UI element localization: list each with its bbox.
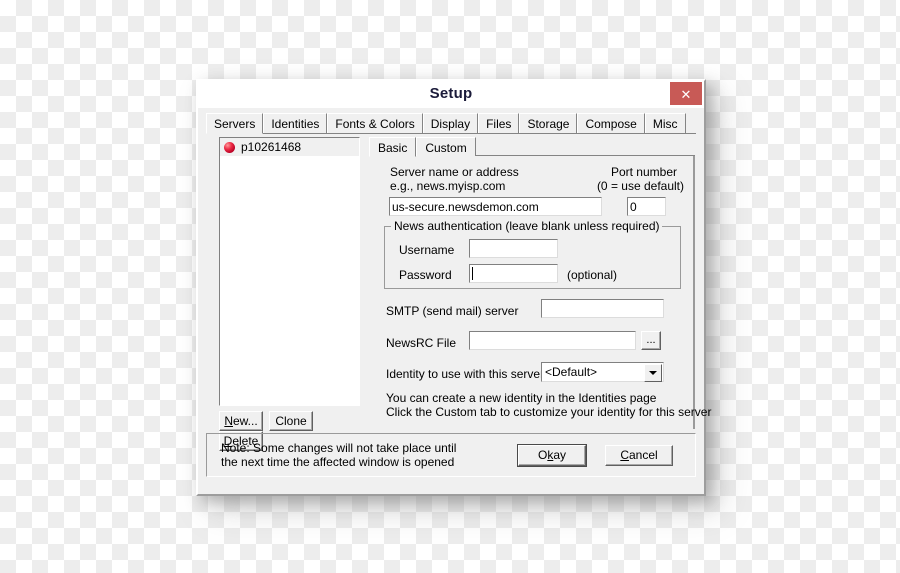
cancel-button-rest: ancel [628,448,658,462]
username-label: Username [399,243,455,257]
tab-servers[interactable]: Servers [206,113,264,134]
news-auth-group-title: News authentication (leave blank unless … [391,220,663,233]
title-bar: Setup ✕ [198,81,704,108]
smtp-input[interactable] [541,299,664,318]
settings-subtabstrip: Basic Custom [369,137,695,157]
okay-button-rest: ay [553,448,567,462]
identity-label: Identity to use with this server [386,367,545,381]
servers-page: p10261468 New... Clone Delete Basic Cust… [206,133,711,451]
server-address-input[interactable] [389,197,602,216]
list-item[interactable]: p10261468 [220,138,359,156]
subtab-custom[interactable]: Custom [416,137,476,156]
main-tabstrip: Servers Identities Fonts & Colors Displa… [206,113,696,134]
newsrc-input[interactable] [469,331,636,350]
tab-display[interactable]: Display [422,113,479,133]
identity-select-value: <Default> [545,365,598,379]
username-input[interactable] [469,239,558,258]
newsrc-browse-button[interactable]: ... [641,331,661,350]
footer-note-line1: Note: Some changes will not take place u… [221,441,457,455]
okay-button[interactable]: Okay [517,444,587,467]
new-button[interactable]: New... [219,411,263,431]
help-text-line1: You can create a new identity in the Ide… [386,391,657,405]
tab-storage[interactable]: Storage [519,113,578,133]
tab-identities[interactable]: Identities [263,113,328,133]
close-icon[interactable]: ✕ [670,82,702,105]
list-item-label: p10261468 [241,140,302,154]
identity-select[interactable]: <Default> [541,362,664,382]
window-title: Setup [429,85,473,102]
port-input[interactable] [627,197,666,216]
newsrc-label: NewsRC File [386,336,457,350]
tab-fonts-colors[interactable]: Fonts & Colors [327,113,423,133]
setup-dialog: Setup ✕ Servers Identities Fonts & Color… [196,79,711,496]
password-caret [472,267,473,280]
password-optional-label: (optional) [567,268,618,282]
red-sphere-icon [224,141,235,153]
tab-files[interactable]: Files [478,113,520,133]
password-label: Password [399,268,452,282]
chevron-down-icon[interactable] [644,364,662,382]
help-text-line2: Click the Custom tab to customize your i… [386,405,712,419]
dialog-footer: Note: Some changes will not take place u… [206,433,696,477]
basic-panel-body: Server name or address e.g., news.myisp.… [369,156,711,429]
server-address-label-line1: Server name or address [390,165,519,179]
subtab-basic[interactable]: Basic [369,137,417,157]
tab-misc[interactable]: Misc [644,113,686,133]
settings-panel: Basic Custom Server name or address e.g.… [369,133,711,429]
password-input[interactable] [469,264,558,283]
cancel-button[interactable]: Cancel [605,445,673,466]
port-label-line1: Port number [610,165,677,179]
port-label-line2: (0 = use default) [596,179,684,193]
clone-button[interactable]: Clone [269,411,313,431]
tab-compose[interactable]: Compose [577,113,645,133]
smtp-label: SMTP (send mail) server [386,304,519,318]
server-list[interactable]: p10261468 [219,137,360,406]
server-address-label-line2: e.g., news.myisp.com [390,179,506,193]
new-button-rest: ew... [232,414,258,428]
footer-note-line2: the next time the affected window is ope… [221,455,455,469]
